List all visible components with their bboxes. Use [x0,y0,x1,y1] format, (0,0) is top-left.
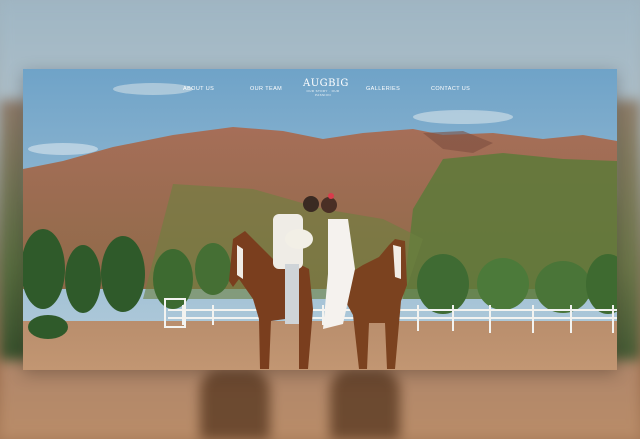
bride-flower [328,193,334,199]
cloud [413,110,513,124]
tree [535,261,591,313]
groom-hat [285,229,313,249]
nav-galleries[interactable]: GALLERIES [366,86,400,92]
backdrop-horse [330,370,400,439]
logo-title: AUGBIG [303,78,349,89]
site-logo[interactable]: AUGBIG OUR STORY · OUR PASSION [303,78,349,97]
shrub [28,315,68,339]
cloud [28,143,98,155]
tree [65,245,101,313]
groom-legs [285,264,299,324]
backdrop-ground [0,360,640,439]
nav-our-team[interactable]: OUR TEAM [250,86,282,92]
top-navigation: ABOUT US OUR TEAM AUGBIG OUR STORY · OUR… [23,69,617,109]
tree [23,229,65,309]
tree [477,258,529,310]
tree [195,243,231,295]
nav-about-us[interactable]: ABOUT US [183,86,214,92]
hero-banner: ABOUT US OUR TEAM AUGBIG OUR STORY · OUR… [23,69,617,370]
horse-left-mane [237,245,243,279]
nav-contact-us[interactable]: CONTACT US [431,86,470,92]
groom-head [303,196,319,212]
tree [101,236,145,312]
logo-tagline: OUR STORY · OUR PASSION [306,89,340,97]
ground [23,321,617,370]
tree [417,254,469,314]
hero-photo [23,69,617,370]
bride-head [321,197,337,213]
backdrop-horse [200,370,270,439]
